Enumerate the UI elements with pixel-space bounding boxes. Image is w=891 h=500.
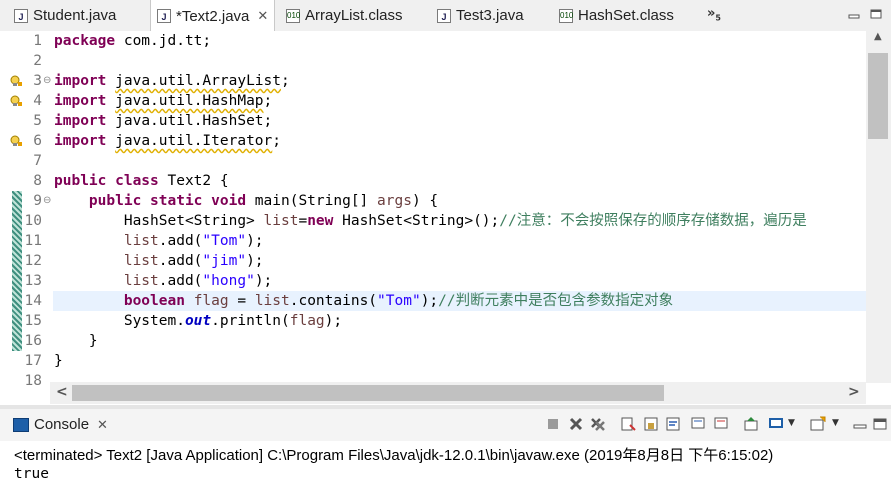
tab-label: Student.java [33, 7, 117, 24]
line-number: 12 [24, 253, 42, 269]
maximize-icon[interactable] [870, 9, 882, 19]
horizontal-scrollbar[interactable]: < > [50, 382, 866, 404]
open-console-icon[interactable] [810, 416, 826, 432]
scroll-right-arrow-icon[interactable]: > [848, 384, 860, 400]
vertical-scroll-thumb[interactable] [868, 53, 888, 139]
close-tab-icon[interactable]: ✕ [97, 417, 108, 433]
tab-label: ArrayList.class [305, 7, 403, 24]
line-number: 9 [33, 193, 42, 209]
code-line: HashSet<String> list=new HashSet<String>… [123, 213, 807, 229]
vertical-scrollbar[interactable]: ▲ [866, 31, 891, 383]
remove-launch-icon[interactable] [568, 416, 584, 432]
display-selected-console-icon[interactable] [768, 416, 784, 432]
remove-all-terminated-icon[interactable] [590, 416, 606, 432]
class-file-icon: 010 [286, 8, 300, 23]
chevron-down-icon[interactable]: ▼ [788, 418, 795, 428]
editor-tab-bar: J Student.java J *Text2.java ✕ 010 Array… [0, 0, 891, 32]
code-line: public static void main(String[] args) { [88, 193, 439, 209]
code-line: import java.util.HashSet; [54, 113, 273, 129]
tab-label: HashSet.class [578, 7, 674, 24]
tab-test3-java[interactable]: J Test3.java [437, 0, 524, 31]
code-line: import java.util.Iterator; [54, 133, 281, 149]
tab-overflow-button[interactable]: »5 [707, 6, 721, 23]
code-line: package com.jd.tt; [54, 33, 212, 49]
java-file-icon: J [157, 9, 171, 23]
code-line: list.add("jim"); [123, 253, 264, 269]
line-number: 5 [33, 113, 42, 129]
code-line: list.add("hong"); [123, 273, 273, 289]
minimize-icon[interactable] [852, 416, 868, 432]
code-line: list.add("Tom"); [123, 233, 264, 249]
line-number: 8 [33, 173, 42, 189]
scroll-lock-icon[interactable] [643, 416, 659, 432]
line-number: 10 [24, 213, 42, 229]
tab-console[interactable]: Console ✕ [13, 416, 108, 433]
scroll-up-arrow-icon[interactable]: ▲ [874, 31, 882, 42]
code-line: import java.util.ArrayList; [54, 73, 290, 89]
tab-arraylist-class[interactable]: 010 ArrayList.class [286, 0, 403, 31]
scroll-left-arrow-icon[interactable]: < [56, 384, 68, 400]
tab-student-java[interactable]: J Student.java [14, 0, 116, 31]
horizontal-scroll-thumb[interactable] [72, 385, 664, 401]
line-number: 16 [24, 333, 42, 349]
terminate-icon[interactable] [545, 416, 561, 432]
line-number: 13 [24, 273, 42, 289]
maximize-icon[interactable] [872, 416, 888, 432]
line-number: 7 [33, 153, 42, 169]
show-console-on-output-icon[interactable] [690, 416, 706, 432]
line-number: 15 [24, 313, 42, 329]
tab-text2-java[interactable]: J *Text2.java ✕ [150, 0, 276, 32]
minimize-icon[interactable] [848, 9, 860, 19]
line-number: 17 [24, 353, 42, 369]
word-wrap-icon[interactable] [665, 416, 681, 432]
fold-toggle-icon[interactable]: ⊖ [43, 75, 51, 86]
warning-lightbulb-icon[interactable] [10, 95, 22, 107]
tab-label: *Text2.java [176, 7, 250, 25]
console-icon [13, 417, 29, 432]
chevron-down-icon[interactable]: ▼ [832, 418, 839, 428]
console-output-area[interactable]: <terminated> Text2 [Java Application] C:… [0, 441, 891, 500]
line-number: 14 [24, 293, 42, 309]
tab-label: Test3.java [456, 7, 524, 24]
code-line: boolean flag = list.contains("Tom");//判断… [123, 293, 674, 309]
line-number: 1 [33, 33, 42, 49]
java-file-icon: J [14, 8, 28, 23]
pin-console-icon[interactable] [743, 416, 759, 432]
console-output-text: true [14, 466, 49, 482]
code-line: System.out.println(flag); [123, 313, 343, 329]
tab-hashset-class[interactable]: 010 HashSet.class [559, 0, 674, 31]
terminated-status-line: <terminated> Text2 [Java Application] C:… [14, 447, 774, 464]
warning-lightbulb-icon[interactable] [10, 135, 22, 147]
class-file-icon: 010 [559, 8, 573, 23]
code-editor[interactable]: 1 2 3 4 5 6 7 8 9 10 11 12 13 14 15 16 1… [0, 31, 891, 407]
line-number: 11 [24, 233, 42, 249]
code-line: } [54, 353, 63, 369]
close-tab-icon[interactable]: ✕ [257, 8, 268, 24]
line-number: 2 [33, 53, 42, 69]
code-line: } [88, 333, 98, 349]
show-console-on-error-icon[interactable] [713, 416, 729, 432]
fold-toggle-icon[interactable]: ⊖ [43, 195, 51, 206]
java-file-icon: J [437, 8, 451, 23]
line-number: 18 [24, 373, 42, 389]
warning-lightbulb-icon[interactable] [10, 75, 22, 87]
code-line: public class Text2 { [54, 173, 229, 189]
code-line: import java.util.HashMap; [54, 93, 273, 109]
clear-console-icon[interactable] [620, 416, 636, 432]
console-tab-label: Console [34, 416, 90, 433]
